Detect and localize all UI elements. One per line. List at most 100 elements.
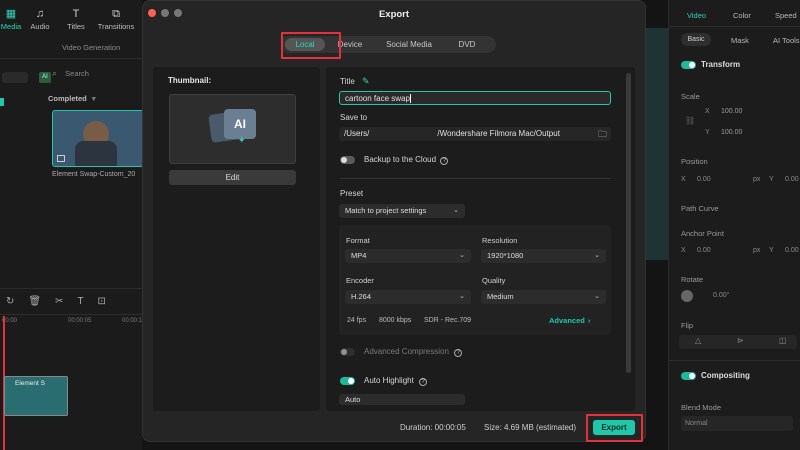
format-select[interactable]: MP4 ⌄ bbox=[345, 249, 471, 263]
section-label: Video Generation bbox=[62, 43, 121, 52]
anchor-x-label: X bbox=[681, 247, 686, 254]
blend-mode-select[interactable]: Normal bbox=[681, 416, 793, 431]
save-path-field[interactable]: /Users//Wondershare Filmora Mac/Output 🗀 bbox=[339, 127, 611, 141]
backup-toggle[interactable] bbox=[340, 156, 355, 164]
timeline-toolbar: ↻🗑✂T⊡ bbox=[6, 296, 120, 307]
compositing-toggle[interactable] bbox=[681, 372, 696, 380]
preview-edge bbox=[646, 0, 668, 450]
dialog-title: Export bbox=[378, 9, 410, 20]
tab-titles[interactable]: T Titles bbox=[64, 8, 88, 31]
color-space-value: SDR - Rec.709 bbox=[424, 317, 472, 324]
divider bbox=[0, 288, 142, 289]
tab-color[interactable]: Color bbox=[733, 11, 751, 20]
format-label: Format bbox=[346, 236, 370, 245]
tab-media[interactable]: ▦ Media bbox=[0, 8, 22, 31]
bitrate-value: 8000 kbps bbox=[379, 317, 412, 324]
pos-x-value[interactable]: 0.00 bbox=[697, 176, 711, 183]
scale-y-label: Y bbox=[705, 129, 710, 136]
divider bbox=[669, 26, 800, 27]
format-settings-box: Format MP4 ⌄ Resolution 1920*1080 ⌄ Encode… bbox=[339, 225, 611, 335]
pos-y-value[interactable]: 0.00 bbox=[785, 176, 799, 183]
quality-label: Quality bbox=[482, 276, 506, 285]
ai-edit-icon[interactable]: ✎ bbox=[362, 76, 370, 87]
preset-select[interactable]: Match to project settings ⌄ bbox=[339, 204, 465, 218]
settings-panel: Title ✎ cartoon face swap Save to /Users… bbox=[326, 67, 635, 411]
anchor-point-label: Anchor Point bbox=[681, 229, 724, 238]
title-input[interactable]: cartoon face swap bbox=[339, 91, 611, 105]
media-item-label: Element Swap-Custom_20 bbox=[52, 171, 136, 178]
tab-dvd[interactable]: DVD bbox=[453, 36, 481, 53]
highlight-export-button bbox=[586, 414, 643, 442]
auto-highlight-toggle[interactable] bbox=[340, 377, 355, 385]
flip-buttons[interactable]: △ ⊳ ◫ bbox=[679, 335, 797, 349]
video-type-icon bbox=[57, 155, 65, 162]
edit-thumbnail-button[interactable]: Edit bbox=[169, 170, 296, 185]
encoder-label: Encoder bbox=[346, 276, 374, 285]
link-icon[interactable]: ⛓ bbox=[685, 116, 695, 125]
encoder-select[interactable]: H.264 ⌄ bbox=[345, 290, 471, 304]
flip-both-icon[interactable]: ◫ bbox=[779, 336, 787, 345]
anchor-x-value[interactable]: 0.00 bbox=[697, 247, 711, 254]
transform-header: Transform bbox=[701, 60, 741, 69]
subtab-mask[interactable]: Mask bbox=[731, 36, 749, 45]
blend-mode-label: Blend Mode bbox=[681, 403, 722, 412]
media-icon: ▦ bbox=[5, 8, 17, 20]
tab-speed[interactable]: Speed bbox=[775, 11, 797, 20]
resolution-select[interactable]: 1920*1080 ⌄ bbox=[481, 249, 606, 263]
scale-x-value[interactable]: 100.00 bbox=[721, 108, 742, 115]
help-icon[interactable]: ? bbox=[440, 157, 449, 165]
completed-label: Completed ▾ bbox=[48, 94, 96, 103]
advanced-compression-toggle[interactable] bbox=[340, 348, 355, 356]
duration-text: Duration: 00:00:05 bbox=[400, 423, 466, 432]
tab-audio[interactable]: ♫ Audio bbox=[30, 8, 50, 31]
save-to-label: Save to bbox=[340, 113, 368, 122]
timeline-clip[interactable]: Element S bbox=[4, 376, 68, 416]
scale-label: Scale bbox=[681, 92, 700, 101]
rotate-value[interactable]: 0.00° bbox=[713, 292, 729, 299]
flip-label: Flip bbox=[681, 321, 694, 330]
side-item-video[interactable] bbox=[0, 98, 4, 106]
scrollbar[interactable] bbox=[626, 73, 631, 373]
anchor-y-value[interactable]: 0.00 bbox=[785, 247, 799, 254]
property-panel: Video Color Speed Basic Mask AI Tools Tr… bbox=[668, 0, 800, 450]
transform-toggle[interactable] bbox=[681, 61, 696, 69]
advanced-link[interactable]: Advanced › bbox=[549, 316, 590, 325]
flip-vertical-icon[interactable]: △ bbox=[695, 336, 701, 345]
compositing-header: Compositing bbox=[701, 371, 750, 380]
timeline-ruler bbox=[0, 314, 142, 315]
scale-y-value[interactable]: 100.00 bbox=[721, 129, 742, 136]
pos-x-unit: px bbox=[753, 176, 761, 183]
search-field[interactable]: ⌕ Search bbox=[52, 68, 89, 79]
thumbnail-label: Thumbnail: bbox=[168, 76, 212, 85]
tab-social-media[interactable]: Social Media bbox=[374, 36, 444, 53]
flip-horizontal-icon[interactable]: ⊳ bbox=[737, 336, 744, 345]
auto-highlight-select[interactable]: Auto bbox=[339, 394, 465, 405]
chevron-down-icon: ▾ bbox=[91, 94, 96, 103]
path-curve-label: Path Curve bbox=[681, 204, 719, 213]
title-label: Title bbox=[340, 77, 355, 86]
size-text: Size: 4.69 MB (estimated) bbox=[484, 423, 577, 432]
tab-video[interactable]: Video bbox=[687, 11, 706, 20]
transitions-icon: ⧉ bbox=[112, 8, 120, 20]
help-icon[interactable]: ? bbox=[454, 349, 463, 357]
quality-select[interactable]: Medium ⌄ bbox=[481, 290, 606, 304]
anchor-y-label: Y bbox=[769, 247, 774, 254]
media-thumbnail[interactable] bbox=[52, 110, 144, 167]
rotate-dial[interactable] bbox=[681, 290, 693, 302]
position-label: Position bbox=[681, 157, 708, 166]
search-icon: ⌕ bbox=[52, 68, 58, 78]
chevron-right-icon: › bbox=[587, 316, 591, 325]
help-icon[interactable]: ? bbox=[419, 378, 428, 386]
subtab-basic[interactable]: Basic bbox=[681, 33, 711, 46]
filter-button[interactable] bbox=[2, 72, 28, 83]
chevron-down-icon: ⌄ bbox=[594, 293, 600, 300]
export-dialog: Export Local Device Social Media DVD Thu… bbox=[142, 0, 646, 442]
pos-y-label: Y bbox=[769, 176, 774, 183]
subtab-ai-tools[interactable]: AI Tools bbox=[773, 36, 800, 45]
divider bbox=[0, 58, 142, 59]
resolution-label: Resolution bbox=[482, 236, 518, 245]
ai-badge: AI bbox=[39, 72, 51, 83]
folder-icon[interactable]: 🗀 bbox=[598, 127, 607, 141]
tab-transitions[interactable]: ⧉ Transitions bbox=[96, 8, 136, 31]
chevron-down-icon: ⌄ bbox=[594, 252, 600, 259]
